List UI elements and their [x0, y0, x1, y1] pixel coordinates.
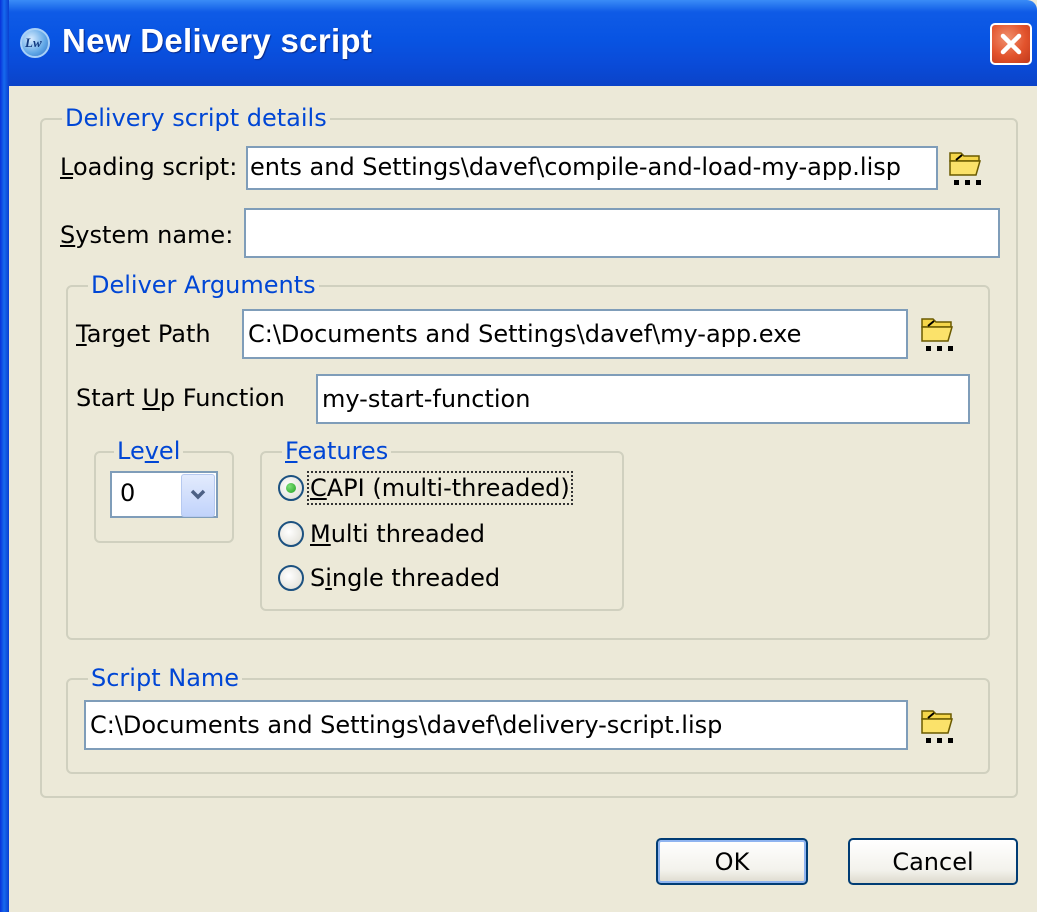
target-path-label: Target Path: [76, 320, 211, 348]
level-legend: Level: [114, 437, 184, 465]
close-button[interactable]: [990, 23, 1032, 65]
window-title: New Delivery script: [62, 22, 373, 59]
system-name-label: System name:: [60, 221, 234, 249]
loading-script-browse-button[interactable]: [946, 148, 988, 188]
script-name-browse-button[interactable]: [918, 706, 960, 746]
script-name-input[interactable]: C:\Documents and Settings\davef\delivery…: [84, 700, 908, 750]
browse-folder-icon: [921, 710, 954, 744]
startup-function-label: Start Up Function: [76, 384, 285, 412]
close-icon: [1000, 33, 1022, 55]
app-icon[interactable]: Lw: [20, 28, 50, 58]
radio-button[interactable]: [278, 521, 304, 547]
feature-option-label: Multi threaded: [310, 520, 485, 548]
level-select[interactable]: 0: [110, 471, 218, 518]
startup-function-input[interactable]: my-start-function: [316, 374, 970, 424]
feature-option-capi[interactable]: CAPI (multi-threaded): [278, 471, 573, 505]
chevron-down-icon: [190, 489, 206, 500]
feature-option-label: Single threaded: [310, 564, 501, 592]
level-dropdown-button[interactable]: [181, 474, 215, 517]
deliver-arguments-legend: Deliver Arguments: [88, 271, 319, 299]
window-frame-left: [0, 0, 9, 912]
radio-button-checked[interactable]: [278, 475, 304, 501]
cancel-button[interactable]: Cancel: [848, 838, 1018, 885]
feature-option-single-threaded[interactable]: Single threaded: [278, 564, 500, 592]
title-bar[interactable]: Lw New Delivery script: [0, 0, 1037, 86]
target-path-browse-button[interactable]: [918, 314, 960, 354]
browse-folder-icon: [921, 318, 954, 352]
target-path-input[interactable]: C:\Documents and Settings\davef\my-app.e…: [242, 309, 908, 359]
feature-option-label: CAPI (multi-threaded): [307, 471, 573, 505]
features-legend: Features: [282, 437, 392, 465]
feature-option-multi-threaded[interactable]: Multi threaded: [278, 520, 485, 548]
system-name-input[interactable]: [244, 208, 1000, 258]
loading-script-input[interactable]: ents and Settings\davef\compile-and-load…: [246, 146, 938, 190]
script-name-legend: Script Name: [88, 664, 243, 692]
browse-folder-icon: [949, 152, 982, 186]
delivery-details-legend: Delivery script details: [62, 104, 330, 132]
loading-script-label: Loading script:: [60, 153, 238, 181]
level-value: 0: [120, 479, 136, 507]
ok-button[interactable]: OK: [656, 838, 808, 885]
radio-button[interactable]: [278, 565, 304, 591]
